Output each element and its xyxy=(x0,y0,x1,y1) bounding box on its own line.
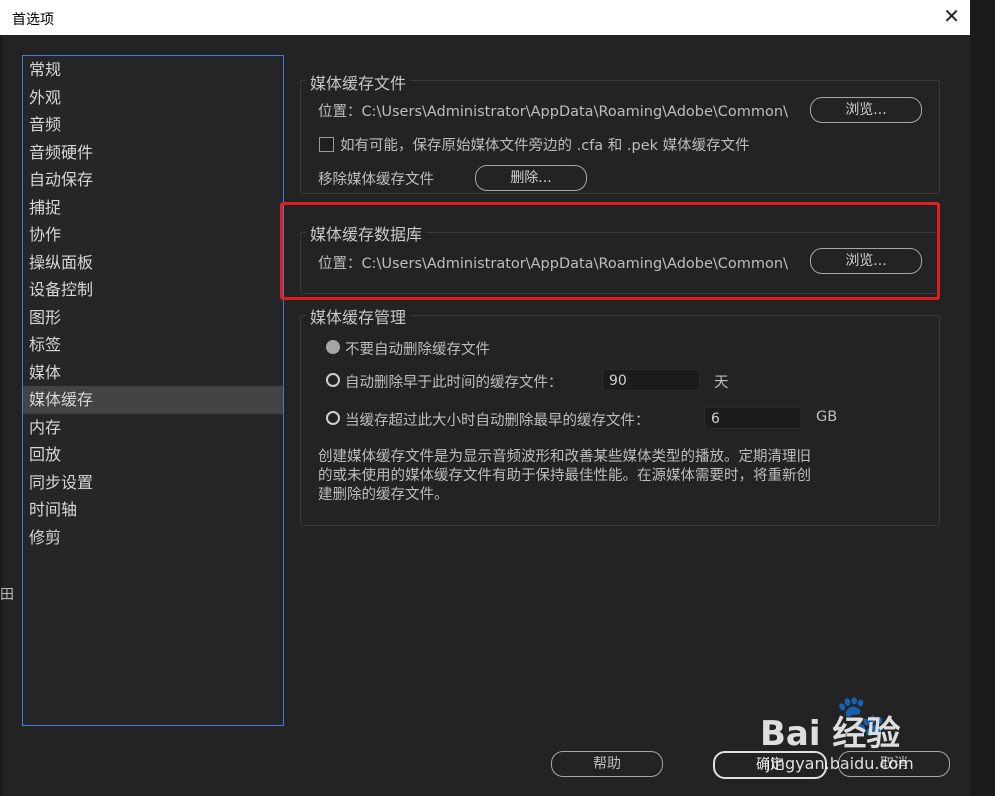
window-title: 首选项 xyxy=(12,12,54,28)
sidebar-item[interactable]: 自动保存 xyxy=(23,166,283,194)
cache-description: 创建媒体缓存文件是为显示音频波形和改善某些媒体类型的播放。定期清理旧的或未使用的… xyxy=(318,449,811,503)
watermark-logo: Bai 经验 xyxy=(760,714,901,754)
sidebar-item[interactable]: 同步设置 xyxy=(23,469,283,497)
baidu-watermark: 🐾 Bai 经验 jingyan.baidu.com xyxy=(760,692,970,792)
cache-files-browse-button[interactable]: 浏览... xyxy=(810,97,922,123)
radio-no-auto-delete[interactable] xyxy=(326,340,340,354)
sidebar-item[interactable]: 音频硬件 xyxy=(23,139,283,167)
sidebar-item[interactable]: 外观 xyxy=(23,84,283,112)
cache-files-location-label: 位置：C:\Users\Administrator\AppData\Roamin… xyxy=(318,104,789,120)
sidebar-item[interactable]: 音频 xyxy=(23,111,283,139)
days-input[interactable]: 90 xyxy=(602,369,700,391)
sidebar-item[interactable]: 回放 xyxy=(23,441,283,469)
radio-delete-oversize-label: 当缓存超过此大小时自动删除最早的缓存文件： xyxy=(345,413,650,429)
sidebar-item[interactable]: 媒体缓存 xyxy=(23,386,283,414)
radio-delete-oversize[interactable] xyxy=(326,411,340,425)
sidebar-item[interactable]: 内存 xyxy=(23,414,283,442)
sidebar-item[interactable]: 媒体 xyxy=(23,359,283,387)
preferences-category-list[interactable]: 常规 外观 音频 音频硬件 自动保存 捕捉 协作 操纵面板 设备控制 图形 标签 媒体 媒体缓存 内存 回放… xyxy=(22,55,284,726)
watermark-url: jingyan.baidu.com xyxy=(766,754,914,773)
remove-cache-files-label: 移除媒体缓存文件 xyxy=(318,172,434,188)
days-unit-label: 天 xyxy=(714,375,729,391)
sidebar-item[interactable]: 常规 xyxy=(23,56,283,84)
group-title-media-cache-files: 媒体缓存文件 xyxy=(306,70,411,94)
size-unit-label: GB xyxy=(816,409,838,425)
group-title-media-cache-mgmt: 媒体缓存管理 xyxy=(306,304,411,328)
radio-delete-older-label: 自动删除早于此时间的缓存文件： xyxy=(345,375,563,391)
sidebar-item[interactable]: 时间轴 xyxy=(23,496,283,524)
close-icon[interactable]: ✕ xyxy=(943,4,960,28)
window-edge-left xyxy=(0,35,3,796)
sidebar-item[interactable]: 捕捉 xyxy=(23,194,283,222)
sidebar-item[interactable]: 操纵面板 xyxy=(23,249,283,277)
save-beside-originals-label: 如有可能，保存原始媒体文件旁边的 .cfa 和 .pek 媒体缓存文件 xyxy=(340,138,750,154)
sidebar-item[interactable]: 协作 xyxy=(23,221,283,249)
size-input[interactable]: 6 xyxy=(704,407,802,429)
sidebar-item[interactable]: 修剪 xyxy=(23,524,283,552)
radio-delete-older[interactable] xyxy=(326,373,340,387)
save-beside-originals-checkbox[interactable] xyxy=(319,137,334,152)
highlight-box xyxy=(280,202,940,300)
sidebar-item[interactable]: 图形 xyxy=(23,304,283,332)
radio-no-auto-delete-label: 不要自动删除缓存文件 xyxy=(345,342,490,358)
edge-glyph: 田 xyxy=(0,587,14,603)
window-edge-right xyxy=(970,0,995,796)
help-button[interactable]: 帮助 xyxy=(551,751,663,777)
sidebar-item[interactable]: 设备控制 xyxy=(23,276,283,304)
delete-cache-button[interactable]: 删除... xyxy=(475,165,587,191)
title-bar: 首选项 ✕ xyxy=(0,0,970,35)
sidebar-item[interactable]: 标签 xyxy=(23,331,283,359)
